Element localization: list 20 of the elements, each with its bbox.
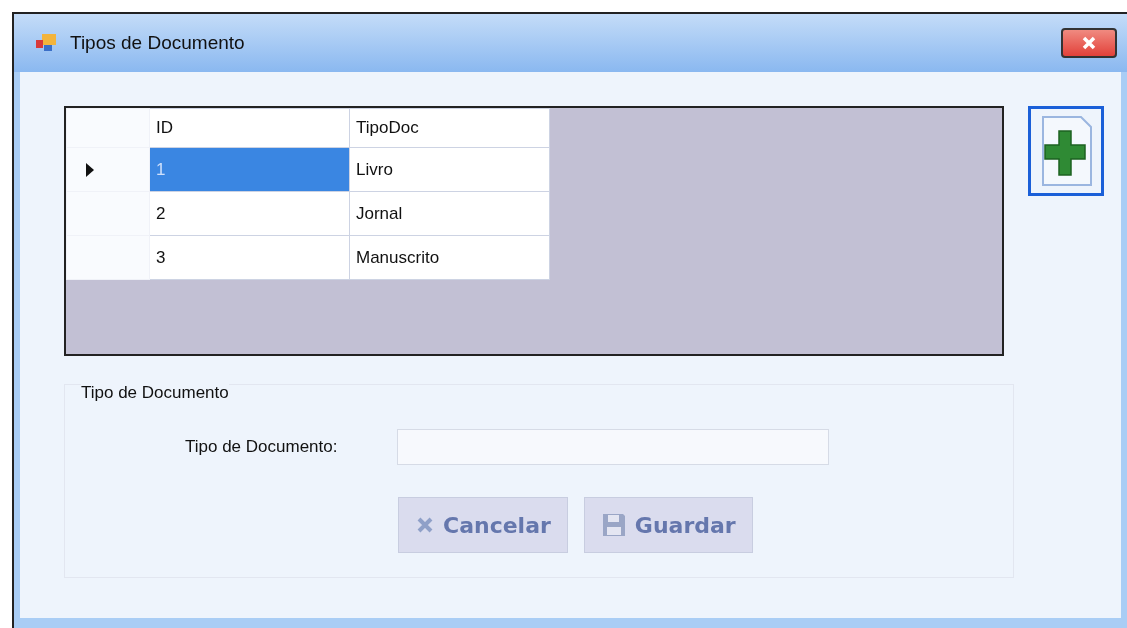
add-button[interactable] — [1028, 106, 1104, 196]
table-cell[interactable]: 3 — [149, 235, 350, 280]
field-label: Tipo de Documento: — [185, 437, 339, 457]
cancel-icon — [415, 515, 435, 535]
table-cell[interactable]: Livro — [349, 147, 550, 192]
table-cell[interactable]: Jornal — [349, 191, 550, 236]
table-cell[interactable]: 2 — [149, 191, 350, 236]
row-header[interactable] — [66, 191, 150, 236]
table-cell[interactable]: Manuscrito — [349, 235, 550, 280]
close-button[interactable] — [1061, 28, 1117, 58]
current-row-icon — [85, 162, 95, 178]
window-title: Tipos de Documento — [70, 32, 246, 54]
row-header[interactable] — [66, 235, 150, 280]
input-field[interactable] — [397, 429, 829, 465]
column-header[interactable]: ID — [149, 108, 350, 148]
close-icon — [1081, 36, 1097, 50]
group-title: Tipo de Documento — [81, 383, 229, 403]
save-icon — [600, 512, 627, 538]
column-header[interactable]: TipoDoc — [349, 108, 550, 148]
row-header[interactable] — [66, 147, 150, 192]
